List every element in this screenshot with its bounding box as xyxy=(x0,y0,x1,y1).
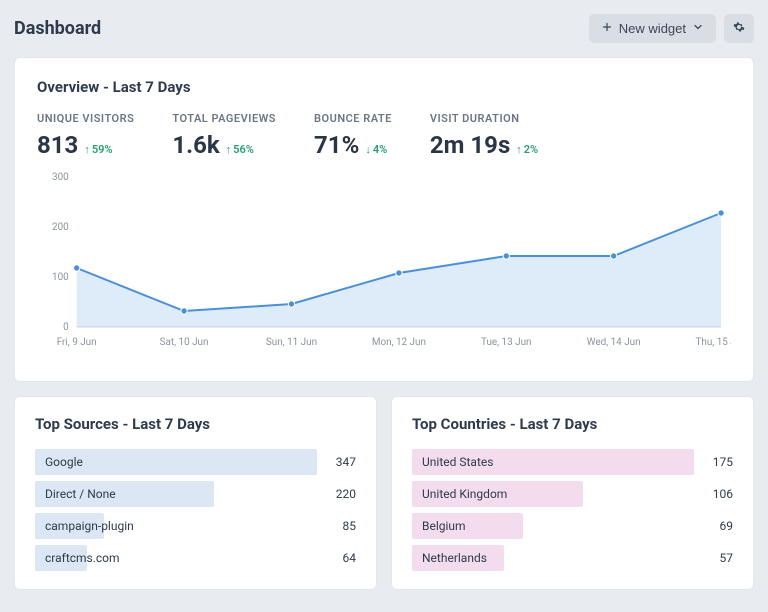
bar-value: 220 xyxy=(322,487,356,501)
stat-value: 813 xyxy=(37,131,78,159)
bar-value: 85 xyxy=(322,519,356,533)
chart-y-tick: 0 xyxy=(63,322,69,333)
top-countries-title: Top Countries - Last 7 Days xyxy=(412,415,733,433)
chart-y-tick: 200 xyxy=(52,222,69,233)
stat-delta: ↑ 59% xyxy=(84,143,112,156)
chart-point xyxy=(718,210,724,216)
stat-label: VISIT DURATION xyxy=(430,112,538,125)
new-widget-button[interactable]: New widget xyxy=(589,14,716,43)
stat-value: 2m 19s xyxy=(430,131,510,159)
chart-x-tick: Fri, 9 Jun xyxy=(57,337,97,348)
bar-row[interactable]: United States175 xyxy=(412,449,733,475)
bar-row[interactable]: campaign-plugin85 xyxy=(35,513,356,539)
chart-point xyxy=(611,253,617,259)
stat-block: VISIT DURATION 2m 19s ↑ 2% xyxy=(430,112,538,159)
bar-value: 64 xyxy=(322,551,356,565)
chart-x-tick: Wed, 14 Jun xyxy=(587,337,641,348)
bar-label: United Kingdom xyxy=(412,487,699,501)
visitors-chart: 0 100 200 300 Fri, 9 Jun Sat, 10 Jun Sun, 11 J… xyxy=(37,167,731,357)
stat-label: TOTAL PAGEVIEWS xyxy=(172,112,276,125)
bar-value: 106 xyxy=(699,487,733,501)
top-countries-card: Top Countries - Last 7 Days United State… xyxy=(391,396,754,590)
top-sources-title: Top Sources - Last 7 Days xyxy=(35,415,356,433)
bar-value: 347 xyxy=(322,455,356,469)
chart-y-tick: 300 xyxy=(52,172,69,183)
bar-row[interactable]: Google347 xyxy=(35,449,356,475)
chart-x-tick: Sun, 11 Jun xyxy=(266,337,317,348)
chart-x-tick: Tue, 13 Jun xyxy=(481,337,532,348)
stat-value: 1.6k xyxy=(172,131,219,159)
settings-button[interactable] xyxy=(724,14,754,43)
stat-block: UNIQUE VISITORS 813 ↑ 59% xyxy=(37,112,134,159)
chart-x-tick: Mon, 12 Jun xyxy=(372,337,426,348)
stat-block: TOTAL PAGEVIEWS 1.6k ↑ 56% xyxy=(172,112,276,159)
chart-point xyxy=(503,253,509,259)
bar-value: 175 xyxy=(699,455,733,469)
bar-value: 57 xyxy=(699,551,733,565)
top-sources-card: Top Sources - Last 7 Days Google347 Direc… xyxy=(14,396,377,590)
bar-row[interactable]: Belgium69 xyxy=(412,513,733,539)
bar-label: campaign-plugin xyxy=(35,519,322,533)
bar-label: Direct / None xyxy=(35,487,322,501)
plus-icon xyxy=(601,21,613,36)
stat-delta: ↑ 2% xyxy=(516,143,538,156)
chart-x-tick: Thu, 15 Jun xyxy=(696,337,731,348)
arrow-up-icon: ↑ xyxy=(516,144,522,155)
overview-title: Overview - Last 7 Days xyxy=(37,78,731,96)
stat-block: BOUNCE RATE 71% ↓ 4% xyxy=(314,112,392,159)
bar-row[interactable]: Netherlands57 xyxy=(412,545,733,571)
overview-card: Overview - Last 7 Days UNIQUE VISITORS 81… xyxy=(14,57,754,382)
bar-row[interactable]: Direct / None220 xyxy=(35,481,356,507)
chart-x-tick: Sat, 10 Jun xyxy=(160,337,209,348)
chart-point xyxy=(288,301,294,307)
stat-value: 71% xyxy=(314,131,359,159)
chart-point xyxy=(396,270,402,276)
bar-row[interactable]: craftcms.com64 xyxy=(35,545,356,571)
stat-delta: ↑ 56% xyxy=(226,143,254,156)
arrow-up-icon: ↑ xyxy=(84,144,90,155)
stat-label: BOUNCE RATE xyxy=(314,112,392,125)
chart-point xyxy=(181,308,187,314)
stat-label: UNIQUE VISITORS xyxy=(37,112,134,125)
arrow-down-icon: ↓ xyxy=(365,144,371,155)
bar-row[interactable]: United Kingdom106 xyxy=(412,481,733,507)
arrow-up-icon: ↑ xyxy=(226,144,232,155)
bar-label: craftcms.com xyxy=(35,551,322,565)
chart-point xyxy=(73,265,79,271)
bar-label: Netherlands xyxy=(412,551,699,565)
chart-y-tick: 100 xyxy=(52,272,69,283)
gear-icon xyxy=(733,21,745,36)
chevron-down-icon xyxy=(692,21,704,36)
bar-label: United States xyxy=(412,455,699,469)
bar-label: Belgium xyxy=(412,519,699,533)
stat-delta: ↓ 4% xyxy=(365,143,387,156)
new-widget-label: New widget xyxy=(619,21,686,36)
bar-value: 69 xyxy=(699,519,733,533)
bar-label: Google xyxy=(35,455,322,469)
page-title: Dashboard xyxy=(14,18,101,39)
